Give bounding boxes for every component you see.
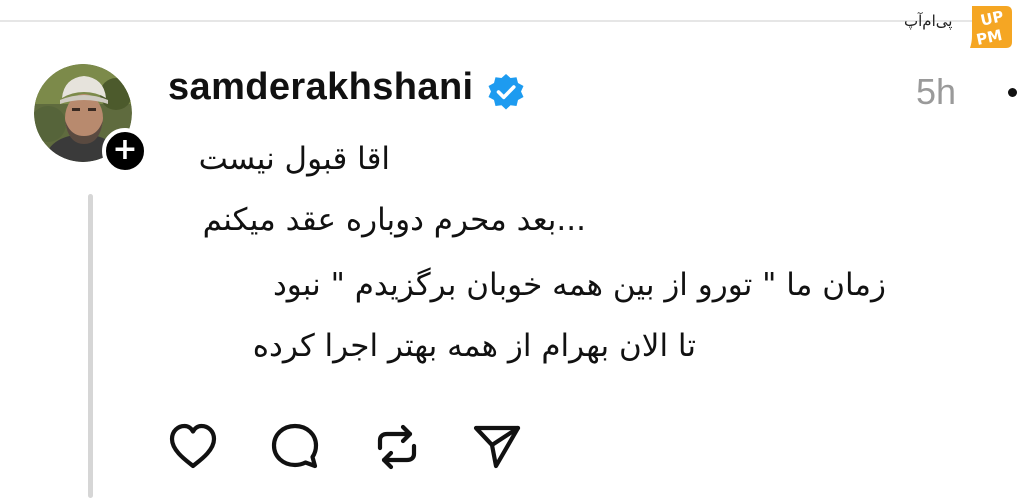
- like-button[interactable]: [166, 420, 220, 474]
- comment-button[interactable]: [268, 420, 322, 474]
- username[interactable]: samderakhshani: [168, 66, 474, 109]
- send-icon: [473, 425, 521, 469]
- post-text-line-1: اقا قبول نیست: [198, 141, 390, 177]
- comment-bubble-icon: [271, 423, 319, 469]
- watermark: پی‌ام‌آپ UP PM: [904, 0, 1024, 52]
- post-text-line-2: ...بعد محرم دوباره عقد میکنم: [202, 202, 586, 238]
- verified-badge-icon: [488, 74, 524, 110]
- more-options-icon[interactable]: [1008, 88, 1017, 97]
- heart-icon: [169, 423, 217, 469]
- post-text-line-4: تا الان بهرام از همه بهتر اجرا کرده: [252, 328, 696, 364]
- top-divider: [0, 20, 1000, 22]
- repost-icon: [377, 424, 417, 470]
- thread-line: [88, 194, 93, 498]
- watermark-logo: UP PM: [970, 6, 1012, 49]
- follow-badge[interactable]: +: [102, 128, 148, 174]
- avatar-container[interactable]: +: [34, 64, 148, 176]
- post-text-line-3: زمان ما " تورو از بین همه خوبان برگزیدم …: [272, 267, 886, 303]
- post-timestamp: 5h: [916, 71, 957, 112]
- repost-button[interactable]: [370, 420, 424, 474]
- watermark-text: پی‌ام‌آپ: [904, 12, 953, 30]
- share-button[interactable]: [470, 420, 524, 474]
